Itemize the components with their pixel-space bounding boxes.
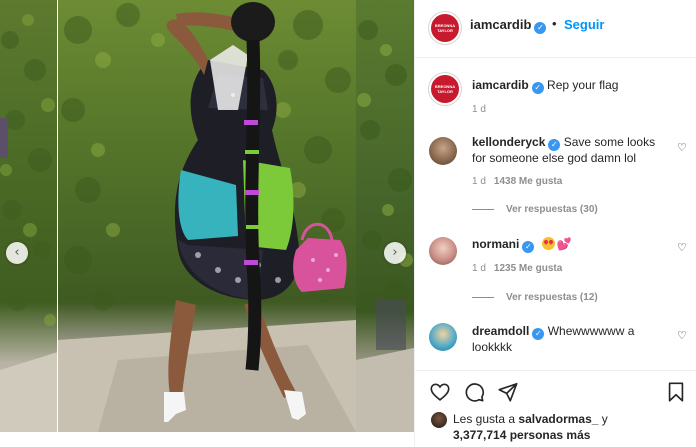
verified-badge-icon: ✓ (534, 22, 547, 34)
verified-badge-icon: ✓ (522, 241, 535, 253)
liker-avatar[interactable] (431, 412, 447, 428)
previous-slide-preview[interactable] (0, 0, 58, 432)
caption-body: Rep your flag (547, 78, 619, 92)
comment-like-heart-icon[interactable]: ♡ (677, 329, 687, 342)
share-icon[interactable] (497, 381, 519, 403)
author-avatar[interactable]: BREONNA TAYLOR (429, 12, 461, 44)
comment-like-heart-icon[interactable]: ♡ (677, 241, 687, 254)
heart-icon[interactable] (429, 381, 451, 403)
previous-slide-image (0, 14, 58, 432)
next-slide-image (356, 20, 414, 432)
verified-badge-icon: ✓ (548, 139, 561, 151)
comment-username[interactable]: kellonderyck (472, 135, 545, 149)
follow-button[interactable]: Seguir (564, 17, 604, 32)
current-slide[interactable] (58, 0, 356, 432)
heart-eyes-emoji-icon (541, 237, 555, 250)
caption-text: iamcardib ✓ Rep your flag (472, 78, 672, 94)
caption-author-avatar[interactable]: BREONNA TAYLOR (429, 73, 461, 105)
carousel-prev-button[interactable]: ‹ (6, 242, 28, 264)
comment-text: normani ✓ 💕 (472, 237, 672, 253)
next-slide-preview[interactable] (356, 0, 414, 432)
comment-username[interactable]: dreamdoll (472, 324, 529, 338)
comment-meta: 1 d 1235 Me gusta (472, 263, 563, 274)
liker-username[interactable]: salvadormas_ (518, 412, 598, 426)
comments-list: BREONNA TAYLOR iamcardib ✓ Rep your flag … (415, 59, 696, 369)
comment-username[interactable]: normani (472, 237, 519, 251)
post-actions: Les gusta a salvadormas_ y 3,377,714 per… (415, 370, 696, 447)
verified-badge-icon: ✓ (531, 82, 544, 94)
comment-icon[interactable] (463, 381, 485, 403)
comment-like-heart-icon[interactable]: ♡ (677, 141, 687, 154)
commenter-avatar[interactable] (429, 323, 457, 351)
caption-username[interactable]: iamcardib (472, 78, 529, 92)
caption-time[interactable]: 1 d (472, 104, 486, 115)
comment-text: kellonderyck ✓ Save some looks for someon… (472, 135, 672, 166)
comment-text: dreamdoll ✓ Whewwwwww a lookkkk (472, 324, 672, 355)
sparkling-heart-emoji-icon: 💕 (556, 237, 572, 251)
post-media: ‹ › (0, 0, 414, 432)
media-bottom-strip (0, 432, 414, 447)
likes-summary[interactable]: Les gusta a salvadormas_ y 3,377,714 per… (453, 411, 683, 443)
post-header: BREONNA TAYLOR iamcardib ✓ • Seguir (415, 0, 696, 58)
commenter-avatar[interactable] (429, 237, 457, 265)
commenter-avatar[interactable] (429, 137, 457, 165)
comment-meta: 1 d 1438 Me gusta (472, 176, 563, 187)
replies-divider (472, 296, 494, 298)
verified-badge-icon: ✓ (532, 328, 545, 340)
view-replies-button[interactable]: Ver respuestas (12) (472, 292, 598, 303)
chevron-left-icon: ‹ (14, 245, 20, 260)
carousel-next-button[interactable]: › (384, 242, 406, 264)
author-username[interactable]: iamcardib ✓ (470, 17, 547, 34)
likes-count[interactable]: 3,377,714 personas más (453, 428, 590, 442)
bookmark-icon[interactable] (665, 381, 687, 403)
current-slide-image (58, 2, 356, 432)
chevron-right-icon: › (392, 245, 398, 260)
view-replies-button[interactable]: Ver respuestas (30) (472, 204, 598, 215)
post-detail-panel: BREONNA TAYLOR iamcardib ✓ • Seguir BREON… (414, 0, 696, 447)
replies-divider (472, 208, 494, 210)
header-separator: • (552, 16, 557, 31)
